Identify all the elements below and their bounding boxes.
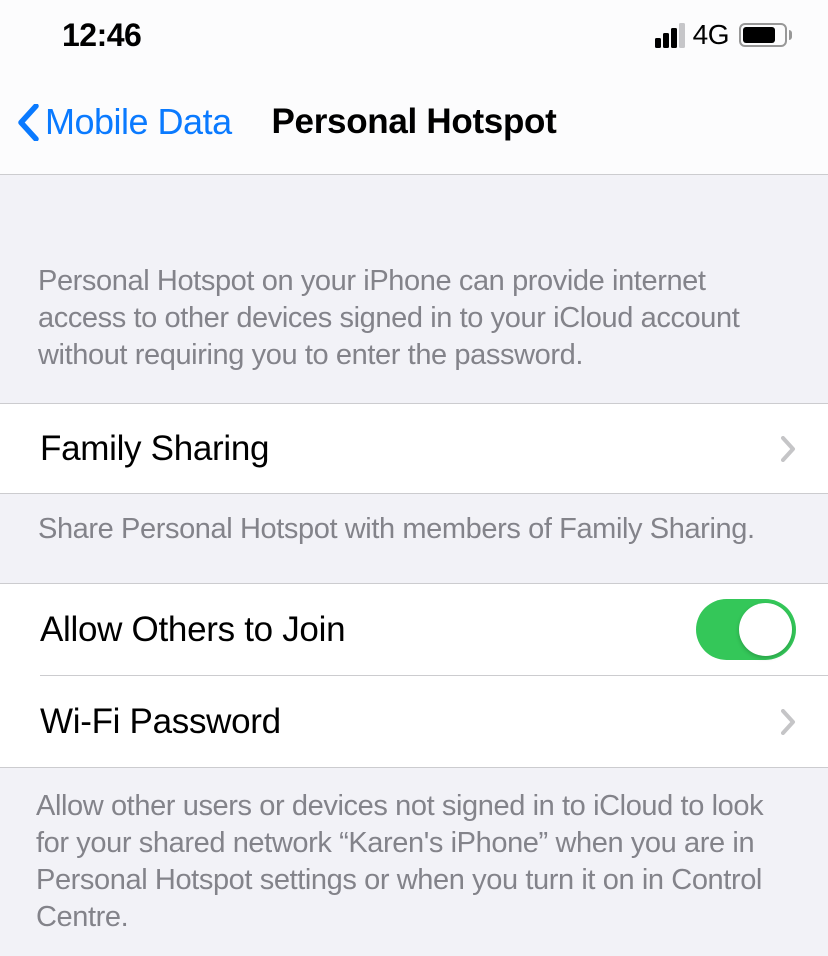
chevron-left-icon <box>17 104 39 141</box>
allow-others-row[interactable]: Allow Others to Join <box>0 584 828 675</box>
network-type: 4G <box>693 19 729 51</box>
back-label: Mobile Data <box>45 101 232 143</box>
wifi-password-row[interactable]: Wi-Fi Password <box>0 676 828 767</box>
allow-others-toggle[interactable] <box>696 599 796 660</box>
family-sharing-footer: Share Personal Hotspot with members of F… <box>0 494 828 548</box>
status-right: 4G <box>655 19 792 51</box>
allow-others-label: Allow Others to Join <box>40 610 345 650</box>
cellular-signal-icon <box>655 23 685 48</box>
status-bar: 12:46 4G <box>0 0 828 70</box>
back-button[interactable]: Mobile Data <box>0 101 232 143</box>
allow-join-group: Allow Others to Join Wi-Fi Password <box>0 583 828 768</box>
page-title: Personal Hotspot <box>272 102 557 142</box>
footer-description: Allow other users or devices not signed … <box>0 768 828 956</box>
family-sharing-label: Family Sharing <box>40 429 269 469</box>
wifi-password-label: Wi-Fi Password <box>40 702 281 742</box>
toggle-knob <box>739 603 792 656</box>
navigation-bar: Mobile Data Personal Hotspot <box>0 70 828 175</box>
chevron-right-icon <box>781 436 796 462</box>
status-time: 12:46 <box>62 17 141 54</box>
battery-icon <box>739 23 792 47</box>
intro-description: Personal Hotspot on your iPhone can prov… <box>0 175 828 403</box>
family-sharing-row[interactable]: Family Sharing <box>0 403 828 494</box>
chevron-right-icon <box>781 709 796 735</box>
